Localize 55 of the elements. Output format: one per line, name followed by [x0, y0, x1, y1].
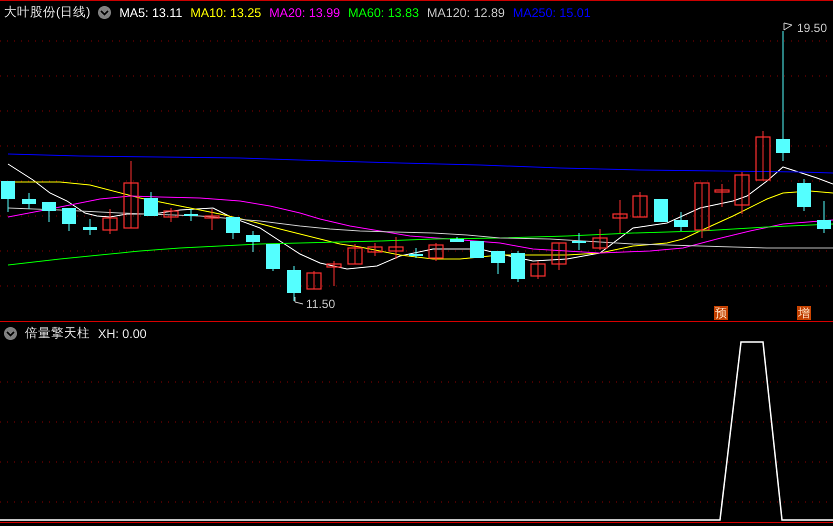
signal-badge: 增 [797, 306, 811, 320]
candlestick [409, 248, 423, 258]
candlestick [388, 236, 404, 260]
moving-average-reading: MA250: 15.01 [512, 6, 591, 20]
candlestick [428, 242, 444, 262]
candlestick [347, 244, 363, 265]
candlestick [470, 240, 484, 258]
candlestick [326, 260, 342, 286]
candlestick [654, 198, 668, 222]
candlestick [266, 244, 280, 272]
candlestick [551, 242, 567, 270]
candlestick [714, 184, 730, 208]
candlestick [246, 230, 260, 252]
indicator-reading: XH: 0.00 [98, 326, 147, 340]
candlestick [287, 266, 301, 302]
candlestick [612, 200, 628, 234]
candlestick [144, 192, 158, 216]
candlestick [184, 208, 198, 222]
candlestick [123, 160, 139, 229]
candlestick [592, 228, 608, 250]
moving-average-reading: MA10: 13.25 [190, 6, 262, 20]
candlestick [204, 208, 220, 230]
chart-title: 大叶股份(日线) [4, 4, 90, 21]
candlestick [694, 182, 710, 238]
candlestick [367, 242, 383, 256]
signal-badge: 预 [714, 306, 728, 320]
candlestick [62, 208, 76, 232]
candlestick [450, 236, 464, 242]
moving-average-reading: MA5: 13.11 [119, 6, 182, 20]
candlestick [674, 212, 688, 232]
candlestick [755, 130, 771, 181]
candlestick [306, 270, 322, 290]
candlestick [22, 192, 36, 210]
candlestick [163, 208, 179, 222]
candlestick [797, 178, 811, 212]
candlestick [102, 208, 118, 234]
price-label: 11.50 [306, 297, 336, 311]
indicator-title: 倍量擎天柱 [25, 325, 90, 342]
moving-average-reading: MA20: 13.99 [269, 6, 340, 20]
candlestick [734, 172, 750, 214]
moving-average-reading: MA60: 13.83 [348, 6, 420, 20]
candlestick [226, 216, 240, 240]
dropdown-icon[interactable] [4, 327, 17, 340]
candlestick [817, 200, 831, 234]
candlestick [530, 260, 546, 280]
candlestick [83, 218, 97, 236]
candlestick [632, 192, 648, 218]
moving-average-reading: MA120: 12.89 [427, 6, 505, 20]
price-label: 19.50 [797, 21, 828, 35]
candlestick [42, 202, 56, 222]
candlestick [1, 180, 15, 212]
candlestick [572, 232, 586, 250]
candlestick [511, 250, 525, 282]
dropdown-icon[interactable] [98, 6, 112, 19]
candlestick [491, 250, 505, 274]
